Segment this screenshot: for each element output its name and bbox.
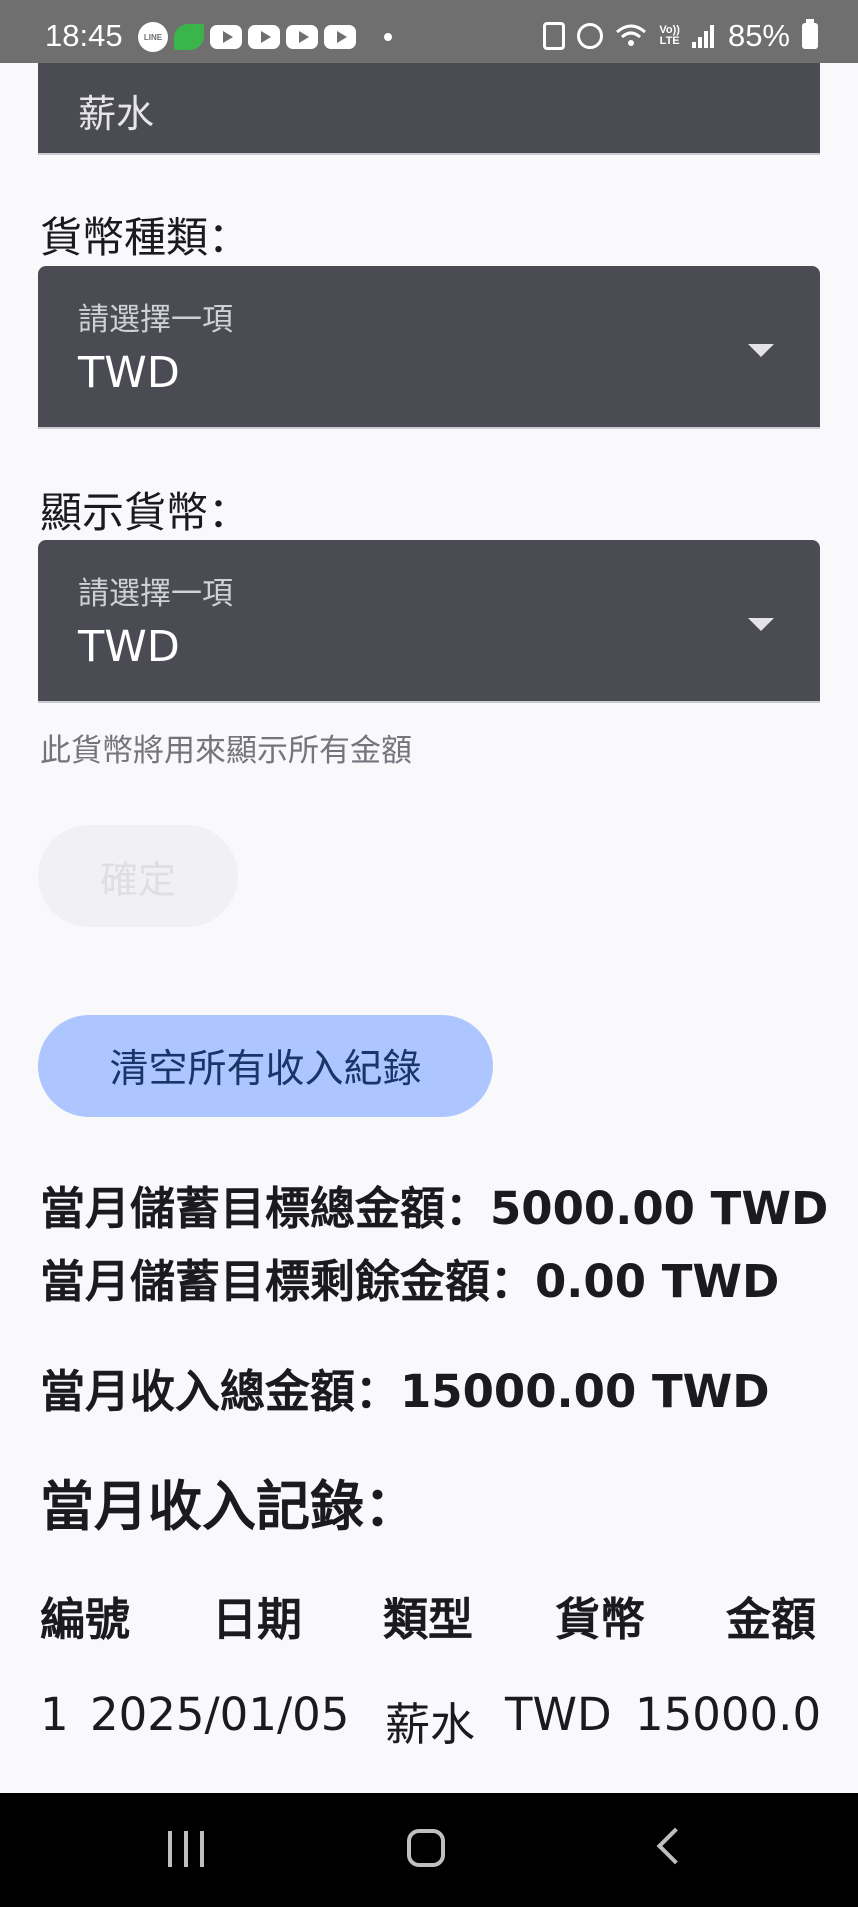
- display-currency-select[interactable]: 請選擇一項 TWD: [38, 540, 820, 703]
- income-type-value: 薪水: [78, 92, 155, 136]
- confirm-button[interactable]: 確定: [38, 825, 238, 927]
- column-header-currency: 貨幣: [555, 1593, 646, 1646]
- youtube-icon: [324, 25, 356, 49]
- row-amount: 15000.0: [635, 1688, 822, 1741]
- currency-type-select-value: TWD: [78, 348, 180, 398]
- currency-type-select[interactable]: 請選擇一項 TWD: [38, 266, 820, 429]
- status-time: 18:45: [45, 18, 123, 53]
- youtube-icon: [248, 25, 280, 49]
- battery-icon: [802, 19, 818, 49]
- more-notifications-dot: [384, 33, 392, 41]
- status-bar: 18:45 LINE Vo)) LTE 85%: [0, 0, 858, 63]
- display-currency-heading: 顯示貨幣：: [40, 488, 251, 537]
- savings-goal-remaining: 當月儲蓄目標剩餘金額：0.00 TWD: [40, 1255, 780, 1308]
- notification-icons: LINE: [138, 22, 392, 52]
- line-icon: LINE: [138, 22, 168, 52]
- system-icons: Vo)) LTE 85%: [543, 18, 818, 54]
- wifi-icon: [615, 23, 647, 49]
- income-type-field[interactable]: 薪水: [38, 63, 820, 155]
- currency-type-select-label: 請選擇一項: [78, 302, 233, 338]
- row-date: 2025/01/05: [90, 1688, 350, 1741]
- recents-icon[interactable]: [168, 1831, 204, 1867]
- home-icon[interactable]: [407, 1829, 445, 1867]
- navigation-bar: [0, 1793, 858, 1907]
- display-currency-select-value: TWD: [78, 622, 180, 672]
- dropdown-arrow-icon: [748, 618, 774, 631]
- column-header-date: 日期: [212, 1593, 303, 1646]
- youtube-icon: [286, 25, 318, 49]
- leaf-icon: [174, 24, 204, 50]
- currency-type-heading: 貨幣種類：: [40, 213, 251, 262]
- clear-records-button[interactable]: 清空所有收入紀錄: [38, 1015, 493, 1117]
- volte-icon: Vo)) LTE: [659, 25, 680, 47]
- signal-icon: [691, 24, 716, 48]
- display-currency-helper: 此貨幣將用來顯示所有金額: [40, 733, 412, 769]
- row-id: 1: [40, 1688, 69, 1741]
- volte-text-bottom: LTE: [659, 35, 680, 47]
- youtube-icon: [210, 25, 242, 49]
- battery-saver-icon: [543, 22, 566, 50]
- records-title: 當月收入記錄：: [40, 1475, 418, 1538]
- back-icon[interactable]: [656, 1827, 694, 1865]
- row-type: 薪水: [385, 1698, 476, 1751]
- row-currency: TWD: [505, 1688, 612, 1741]
- income-total: 當月收入總金額：15000.00 TWD: [40, 1365, 770, 1418]
- battery-percentage: 85%: [727, 18, 790, 53]
- display-currency-select-label: 請選擇一項: [78, 576, 233, 612]
- column-header-id: 編號: [40, 1593, 131, 1646]
- column-header-type: 類型: [383, 1593, 474, 1646]
- savings-goal-total: 當月儲蓄目標總金額：5000.00 TWD: [40, 1182, 829, 1235]
- alarm-icon: [577, 23, 604, 49]
- dropdown-arrow-icon: [748, 344, 774, 357]
- column-header-amount: 金額: [726, 1593, 817, 1646]
